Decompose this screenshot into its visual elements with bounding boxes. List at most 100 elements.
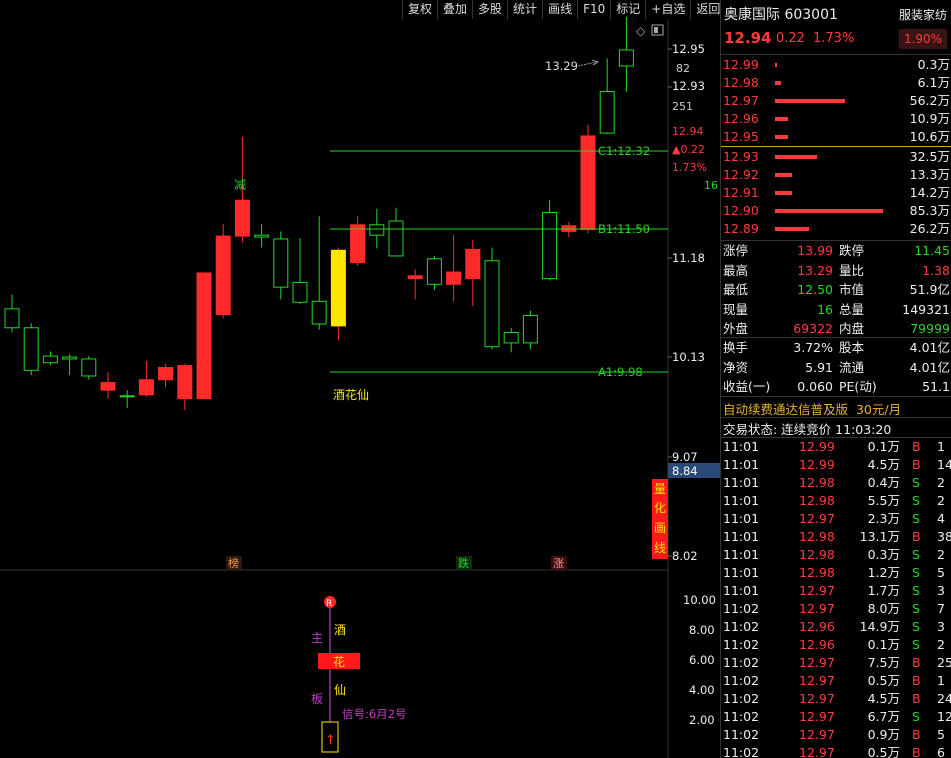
stat-row: 最高 13.29 量比 1.38 bbox=[721, 262, 951, 280]
tick-side: S bbox=[912, 493, 920, 508]
axis-label-8.02: 8.02 bbox=[672, 549, 698, 563]
svg-text:榜: 榜 bbox=[228, 556, 239, 570]
candle-body bbox=[254, 234, 270, 238]
lower-axis-6: 6.00 bbox=[689, 653, 715, 667]
candle-body bbox=[158, 366, 174, 381]
tb-duogu[interactable]: 多股 bbox=[472, 0, 507, 19]
tick-side: S bbox=[912, 637, 920, 652]
tick-count: 2 bbox=[937, 493, 945, 508]
tick-count: 1 bbox=[937, 673, 945, 688]
tick-row: 11:02 12.96 14.9万 S 3 bbox=[721, 618, 951, 636]
tick-side: B bbox=[912, 673, 921, 688]
book-volume: 0.3万 bbox=[917, 57, 950, 72]
tick-price: 12.96 bbox=[799, 637, 835, 652]
book-row[interactable]: 12.93 32.5万 bbox=[721, 148, 951, 166]
industry-pct: 1.90% bbox=[899, 29, 947, 49]
stock-name: 奥康国际 bbox=[724, 7, 780, 23]
window-icon-inner bbox=[654, 27, 658, 33]
svg-text:花: 花 bbox=[333, 654, 345, 669]
tb-f10[interactable]: F10 bbox=[577, 0, 610, 19]
stat-label: 股本 bbox=[839, 340, 865, 355]
stock-title: 奥康国际 603001 bbox=[724, 4, 838, 24]
tick-side: S bbox=[912, 619, 920, 634]
tick-side: B bbox=[912, 727, 921, 742]
industry-name[interactable]: 服装家纺 bbox=[899, 6, 947, 23]
stat-label: 最低 bbox=[723, 282, 749, 297]
candle-body bbox=[426, 258, 442, 285]
level-label-c1: C1:12.32 bbox=[598, 144, 650, 158]
tb-huaxian[interactable]: 画线 bbox=[542, 0, 577, 19]
tick-time: 11:01 bbox=[723, 439, 760, 454]
stat-value: 13.29 bbox=[797, 262, 833, 278]
stat-row: 换手 3.72% 股本 4.01亿 bbox=[721, 339, 951, 357]
tick-side: B bbox=[912, 691, 921, 706]
level-label-a1: A1:9.98 bbox=[598, 365, 643, 379]
tick-price: 12.97 bbox=[799, 691, 835, 706]
candle-body bbox=[292, 281, 308, 303]
tb-diejia[interactable]: 叠加 bbox=[437, 0, 472, 19]
lianghua-button[interactable]: 量 化 画 线 bbox=[652, 479, 668, 559]
high-pointer bbox=[577, 61, 597, 67]
candle-body bbox=[311, 300, 327, 325]
stat-label: 总量 bbox=[839, 301, 865, 317]
lower-indicator: R 主 酒 花 仙 板 信号:6月2号 ↑ bbox=[311, 596, 407, 753]
book-row[interactable]: 12.92 13.3万 bbox=[721, 166, 951, 184]
candle-body bbox=[177, 365, 193, 400]
axis-label-11.18: 11.18 bbox=[672, 251, 705, 265]
candle-body bbox=[618, 49, 634, 67]
tb-zixuan[interactable]: +自选 bbox=[645, 0, 690, 19]
book-row[interactable]: 12.97 56.2万 bbox=[721, 92, 951, 110]
tick-volume: 6.7万 bbox=[867, 709, 900, 724]
tick-price: 12.97 bbox=[799, 673, 835, 688]
tick-row: 11:02 12.97 4.5万 B 24 bbox=[721, 690, 951, 708]
candles bbox=[4, 16, 634, 410]
tick-volume: 7.5万 bbox=[867, 655, 900, 670]
candle-body bbox=[484, 260, 500, 348]
stock-pct: 1.73% bbox=[813, 31, 855, 46]
stat-value: 3.72% bbox=[793, 340, 833, 355]
tick-volume: 4.5万 bbox=[867, 691, 900, 706]
tick-volume: 0.5万 bbox=[867, 745, 900, 758]
tick-count: 2 bbox=[937, 475, 945, 490]
promo-link[interactable]: 自动续费通达信普及版 30元/月 bbox=[723, 399, 901, 418]
book-price: 12.91 bbox=[723, 185, 759, 200]
stat-label: 内盘 bbox=[839, 321, 865, 336]
book-row[interactable]: 12.89 26.2万 bbox=[721, 220, 951, 238]
book-row[interactable]: 12.96 10.9万 bbox=[721, 110, 951, 128]
divider bbox=[721, 54, 951, 55]
tick-time: 11:02 bbox=[723, 727, 760, 742]
tb-fuquan[interactable]: 复权 bbox=[402, 0, 437, 19]
candle-body bbox=[23, 327, 39, 371]
diamond-icon[interactable]: ◇ bbox=[636, 24, 646, 38]
book-volume: 10.6万 bbox=[909, 129, 950, 144]
stat-value: 0.060 bbox=[797, 379, 833, 394]
candlestick-chart[interactable]: C1:12.32 B1:11.50 A1:9.98 13.29 减 酒花仙 榜 … bbox=[0, 0, 720, 758]
book-volume: 13.3万 bbox=[909, 167, 950, 182]
tick-price: 12.97 bbox=[799, 709, 835, 724]
book-price: 12.92 bbox=[723, 167, 759, 182]
book-row[interactable]: 12.95 10.6万 bbox=[721, 128, 951, 146]
tick-price: 12.97 bbox=[799, 511, 835, 526]
tick-count: 3 bbox=[937, 619, 945, 634]
book-row[interactable]: 12.98 6.1万 bbox=[721, 74, 951, 92]
vol-label-82: 82 bbox=[676, 62, 690, 75]
book-bar bbox=[775, 227, 809, 231]
stat-value: 11.45 bbox=[914, 243, 950, 258]
axis-label-10.13: 10.13 bbox=[672, 350, 705, 364]
book-row[interactable]: 12.90 85.3万 bbox=[721, 202, 951, 220]
stat-row: 收益(一) 0.060 PE(动) 51.1 bbox=[721, 378, 951, 396]
bottom-tag-die: 跌 bbox=[456, 556, 472, 570]
svg-text:跌: 跌 bbox=[458, 556, 469, 570]
candle-body bbox=[42, 355, 58, 364]
tb-biaoji[interactable]: 标记 bbox=[610, 0, 645, 19]
book-row[interactable]: 12.99 0.3万 bbox=[721, 56, 951, 74]
tb-tongji[interactable]: 统计 bbox=[507, 0, 542, 19]
candle-body bbox=[407, 275, 423, 280]
tick-volume: 14.9万 bbox=[859, 619, 900, 634]
stat-value: 149321 bbox=[902, 301, 950, 317]
book-row[interactable]: 12.91 14.2万 bbox=[721, 184, 951, 202]
book-volume: 56.2万 bbox=[909, 93, 950, 108]
toolbar: 复权 叠加 多股 统计 画线 F10 标记 +自选 返回 bbox=[402, 0, 725, 19]
tick-row: 11:01 12.97 2.3万 S 4 bbox=[721, 510, 951, 528]
tick-row: 11:01 12.99 0.1万 B 1 bbox=[721, 438, 951, 456]
